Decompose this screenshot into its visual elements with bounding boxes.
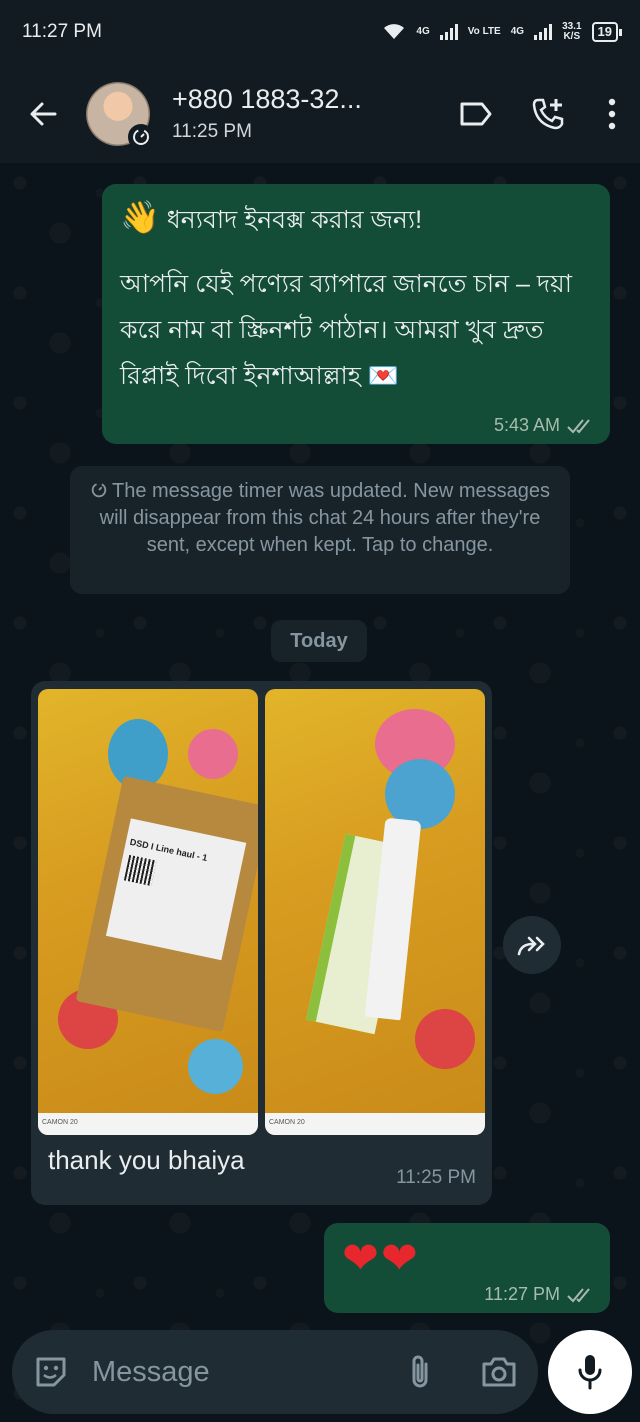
back-button[interactable]: [0, 64, 86, 163]
photo-product[interactable]: CAMON 20: [265, 689, 485, 1135]
message-time: 11:27 PM: [484, 1284, 560, 1304]
hearts-emoji: ❤❤: [342, 1234, 420, 1283]
chat-header: +880 1883-32... 11:25 PM: [0, 64, 640, 163]
camera-icon[interactable]: [480, 1355, 518, 1389]
message-time: 11:25 PM: [396, 1167, 476, 1188]
message-time: 5:43 AM: [493, 415, 560, 435]
more-icon: [608, 98, 616, 129]
attach-icon[interactable]: [406, 1352, 434, 1392]
message-meta: 11:27 PM: [484, 1284, 594, 1305]
message-composer: Message: [12, 1330, 538, 1414]
outgoing-message[interactable]: 👋 ধন্যবাদ ইনবক্স করার জন্য! আপনি যেই পণ্…: [102, 184, 610, 444]
network-indicator-2: 4G: [510, 26, 525, 37]
contact-info[interactable]: +880 1883-32... 11:25 PM: [172, 84, 440, 143]
disappearing-timer-icon: [128, 123, 154, 150]
notice-text: The message timer was updated. New messa…: [99, 480, 550, 556]
message-body: আপনি যেই পণ্যের ব্যাপারে জানতে চান – দয়…: [120, 270, 572, 390]
signal-icon: [439, 24, 458, 40]
more-options-button[interactable]: [584, 64, 640, 163]
disappearing-timer-icon: [91, 482, 107, 498]
volte-indicator: Vo LTE: [467, 26, 501, 37]
message-caption: thank you bhaiya: [48, 1145, 245, 1175]
incoming-media-message[interactable]: DSD I Line haul - 1 CAMON 20 CAMON 20 th…: [31, 681, 492, 1205]
message-line-1: ধন্যবাদ ইনবক্স করার জন্য!: [166, 206, 423, 234]
network-indicator-1: 4G: [416, 26, 430, 37]
photo-parcel[interactable]: DSD I Line haul - 1 CAMON 20: [38, 689, 258, 1135]
forward-icon: [517, 936, 545, 956]
message-meta: 11:25 PM: [396, 1167, 476, 1189]
message-meta: 5:43 AM: [494, 415, 594, 436]
status-time: 11:27 PM: [22, 21, 102, 42]
signal-icon-2: [534, 24, 553, 40]
add-call-icon: [532, 98, 564, 129]
label-button[interactable]: [440, 64, 512, 163]
back-arrow-icon: [30, 102, 57, 125]
wifi-icon: [384, 24, 405, 39]
contact-name: +880 1883-32...: [172, 84, 362, 114]
battery-indicator: 19: [591, 22, 623, 42]
double-check-icon: [567, 1287, 590, 1302]
avatar[interactable]: [86, 81, 154, 150]
status-bar: 11:27 PM 4G Vo LTE 4G 33.1 K/S 19: [0, 0, 640, 64]
forward-button[interactable]: [503, 916, 561, 974]
label-icon: [460, 102, 492, 125]
message-input[interactable]: Message: [92, 1356, 406, 1389]
timer-update-notice[interactable]: The message timer was updated. New messa…: [70, 466, 570, 594]
double-check-icon: [567, 418, 590, 433]
sticker-icon[interactable]: [32, 1353, 70, 1391]
add-call-button[interactable]: [512, 64, 584, 163]
outgoing-message[interactable]: ❤❤ 11:27 PM: [324, 1223, 610, 1313]
date-chip: Today: [271, 620, 367, 662]
last-seen: 11:25 PM: [172, 121, 252, 142]
photo-watermark-2: CAMON 20: [265, 1113, 485, 1135]
mic-icon: [578, 1355, 602, 1390]
data-speed: 33.1 K/S: [562, 21, 582, 42]
photo-watermark: CAMON 20: [38, 1113, 258, 1135]
wave-emoji: 👋: [120, 199, 160, 235]
voice-message-button[interactable]: [548, 1330, 632, 1414]
